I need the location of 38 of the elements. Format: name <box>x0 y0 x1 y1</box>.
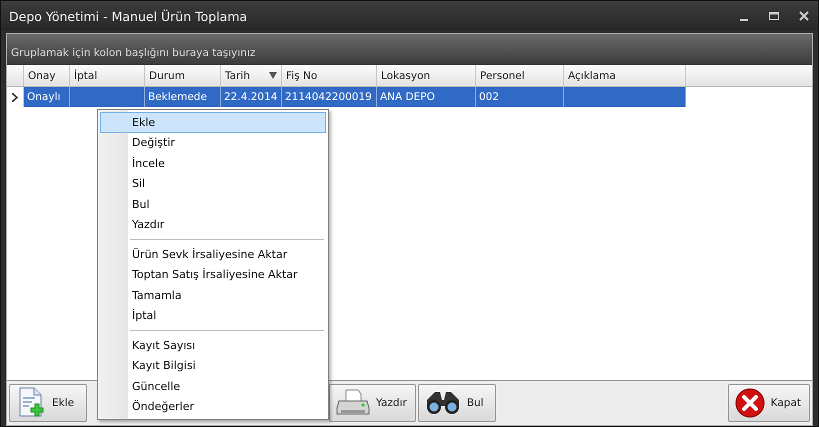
table-cell: Beklemede <box>145 87 221 107</box>
close-icon[interactable] <box>798 10 810 22</box>
menu-item[interactable]: Güncelle <box>100 376 326 396</box>
menu-item[interactable]: Yazdır <box>100 214 326 235</box>
table-cell: Onaylı <box>24 87 70 107</box>
menu-item[interactable]: Ürün Sevk İrsaliyesine Aktar <box>100 244 326 264</box>
menu-item[interactable]: Öndeğerler <box>100 396 326 417</box>
table-cell: 2114042200019 <box>282 87 377 107</box>
window-title: Depo Yönetimi - Manuel Ürün Toplama <box>9 8 248 24</box>
menu-item[interactable]: Ekle <box>100 112 326 132</box>
menu-item[interactable]: Sil <box>100 174 326 194</box>
column-header[interactable]: Onay <box>24 65 70 86</box>
toolbar-button[interactable]: Bul <box>418 384 496 422</box>
menu-item[interactable]: Kayıt Bilgisi <box>100 356 326 376</box>
toolbar-button[interactable]: Ekle <box>9 384 87 422</box>
column-header[interactable]: İptal <box>70 65 145 86</box>
menu-item[interactable]: Değiştir <box>100 132 326 153</box>
table-cell: 22.4.2014 <box>221 87 282 107</box>
group-panel-hint: Gruplamak için kolon başlığını buraya taşıyınız <box>11 47 256 59</box>
binoculars-icon <box>424 390 461 416</box>
toolbar-button[interactable]: Yazdır <box>329 384 416 422</box>
column-header[interactable]: Açıklama <box>564 65 686 86</box>
column-header[interactable]: Personel <box>476 65 564 86</box>
menu-item[interactable]: Bul <box>100 194 326 214</box>
column-header[interactable]: Fiş No <box>282 65 377 86</box>
menu-item[interactable]: İptal <box>100 306 326 326</box>
table-cell: 002 <box>476 87 564 107</box>
column-header[interactable]: Lokasyon <box>377 65 476 86</box>
menu-item[interactable]: Kayıt Sayısı <box>100 335 326 356</box>
close-button[interactable]: Kapat <box>728 384 810 422</box>
table-cell: ANA DEPO <box>377 87 476 107</box>
menu-item[interactable]: İncele <box>100 153 326 174</box>
column-header[interactable]: Tarih <box>221 65 282 86</box>
maximize-icon[interactable] <box>768 10 780 22</box>
column-header[interactable]: Durum <box>145 65 221 86</box>
menu-item[interactable]: Tamamla <box>100 285 326 306</box>
close-icon <box>734 388 765 418</box>
menu-item[interactable]: Toptan Satış İrsaliyesine Aktar <box>100 264 326 285</box>
